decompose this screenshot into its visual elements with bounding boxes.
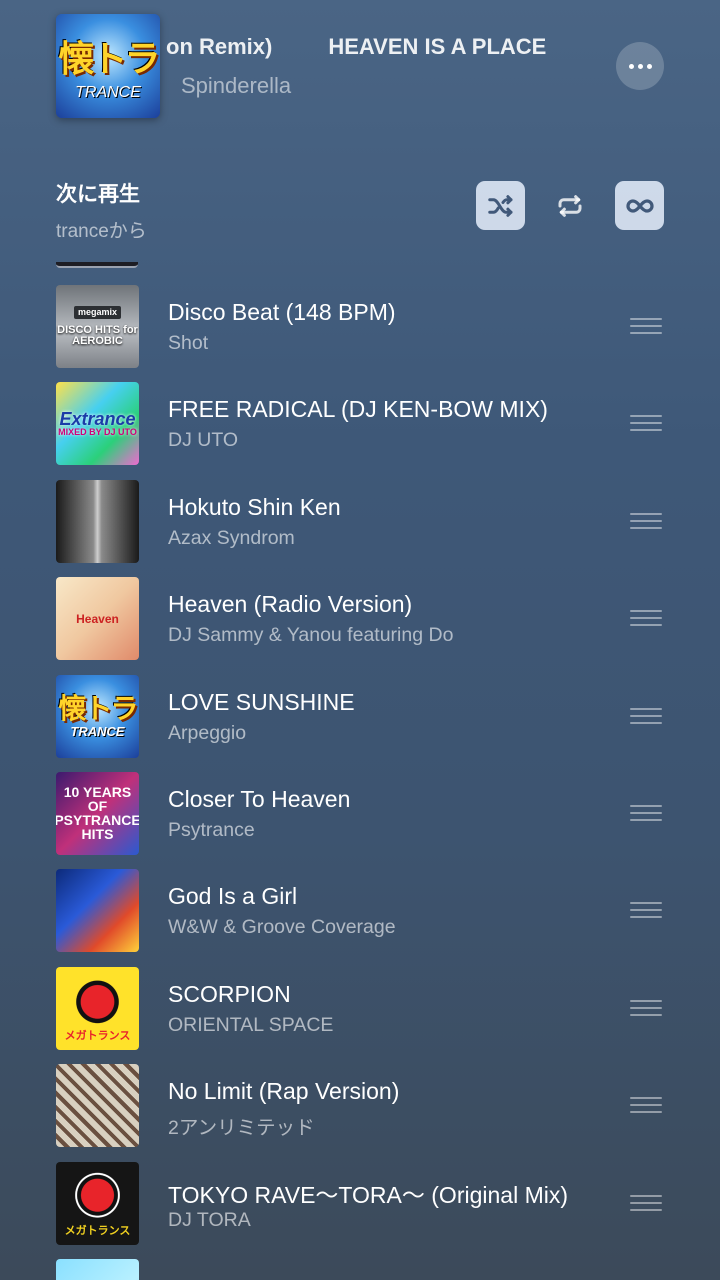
more-options-button[interactable] <box>616 42 664 90</box>
track-artist: Arpeggio <box>168 721 247 744</box>
now-playing-title-next: HEAVEN IS A PLACE <box>328 34 547 59</box>
queue-track-row[interactable]: メガトランス TOKYO RAVE〜TORA〜 (Original Mix) D… <box>0 1156 720 1253</box>
shuffle-button[interactable] <box>476 181 525 230</box>
drag-handle-icon[interactable] <box>630 999 662 1016</box>
track-title: SCORPION <box>168 980 291 1007</box>
artwork-subtext: MIXED BY DJ UTO <box>58 427 137 438</box>
track-artwork: 懐トラ TRANCE <box>56 674 139 758</box>
shuffle-icon <box>487 194 512 217</box>
queue-track-row[interactable]: 懐トラ TRANCE LOVE SUNSHINE Arpeggio <box>0 669 720 766</box>
track-artwork <box>56 479 139 563</box>
drag-handle-icon[interactable] <box>630 415 662 432</box>
track-title: No Limit (Rap Version) <box>168 1078 400 1105</box>
track-artist: ORIENTAL SPACE <box>168 1013 334 1036</box>
queue-track-row[interactable]: Heaven Heaven (Radio Version) DJ Sammy &… <box>0 571 720 668</box>
now-playing-header[interactable]: 懐トラ TRANCE on Remix) HEAVEN IS A PLACE Sp… <box>0 0 720 140</box>
drag-handle-icon[interactable] <box>630 1097 662 1114</box>
track-title: Disco Beat (148 BPM) <box>168 299 396 325</box>
track-artwork <box>56 869 139 953</box>
track-title: Heaven (Radio Version) <box>168 591 413 618</box>
queue-track-row[interactable]: Extrance MIXED BY DJ UTO FREE RADICAL (D… <box>0 376 720 473</box>
queue-track-row-partial[interactable] <box>0 1253 720 1280</box>
now-playing-artist[interactable]: Spinderella <box>181 73 291 99</box>
track-artist: Shot <box>168 332 209 354</box>
track-artist: Azax Syndrom <box>168 526 295 549</box>
artwork-subtext: メガトランス <box>64 1029 131 1042</box>
previous-track-artwork-edge <box>56 262 138 268</box>
track-title: FREE RADICAL (DJ KEN-BOW MIX) <box>168 396 548 423</box>
queue-source: tranceから <box>56 221 147 242</box>
more-dot-icon <box>628 63 634 69</box>
artwork-subtext: メガトランス <box>64 1224 131 1237</box>
drag-handle-icon[interactable] <box>630 610 662 627</box>
more-dot-icon <box>646 63 652 69</box>
repeat-icon <box>558 194 581 217</box>
track-title: God Is a Girl <box>168 883 298 910</box>
now-playing-artwork[interactable]: 懐トラ TRANCE <box>56 14 160 118</box>
infinity-icon <box>625 198 654 213</box>
track-artist: DJ TORA <box>168 1208 251 1231</box>
queue-track-row[interactable]: メガトランス SCORPION ORIENTAL SPACE <box>0 961 720 1058</box>
artwork-text: 10 YEARS OF PSYTRANCE HITS <box>56 784 139 843</box>
track-artwork: Heaven <box>56 577 139 661</box>
drag-handle-icon[interactable] <box>630 512 662 529</box>
queue-track-row[interactable]: Hokuto Shin Ken Azax Syndrom <box>0 474 720 571</box>
artwork-text: DISCO HITS for AEROBIC <box>57 324 138 347</box>
track-title: Hokuto Shin Ken <box>168 493 341 520</box>
drag-handle-icon[interactable] <box>630 902 662 919</box>
queue-heading: 次に再生 <box>56 183 140 206</box>
track-artwork: メガトランス <box>56 1161 139 1245</box>
track-artwork: メガトランス <box>56 966 139 1050</box>
track-artwork <box>56 1064 139 1148</box>
track-artist: Psytrance <box>168 818 255 841</box>
track-artist: DJ UTO <box>168 429 239 452</box>
artwork-logo-text: 懐トラ <box>58 38 160 79</box>
queue-track-row[interactable]: God Is a Girl W&W & Groove Coverage <box>0 863 720 960</box>
track-artwork: Extrance MIXED BY DJ UTO <box>56 382 139 466</box>
drag-handle-icon[interactable] <box>630 707 662 724</box>
track-artist: DJ Sammy & Yanou featuring Do <box>168 624 454 647</box>
track-title: TOKYO RAVE〜TORA〜 (Original Mix) <box>168 1181 569 1208</box>
queue-track-row[interactable]: megamix DISCO HITS for AEROBIC Disco Bea… <box>0 279 720 376</box>
drag-handle-icon[interactable] <box>630 318 662 334</box>
artwork-logo-subtext: TRANCE <box>70 723 125 739</box>
now-playing-title: on Remix) <box>166 34 273 59</box>
autoplay-button[interactable] <box>615 181 664 230</box>
repeat-button[interactable] <box>545 181 594 230</box>
artwork-text: Extrance <box>59 409 136 430</box>
queue-list[interactable]: megamix DISCO HITS for AEROBIC Disco Bea… <box>0 279 720 1280</box>
artwork-logo-text: 懐トラ <box>58 692 138 724</box>
artwork-text: Heaven <box>76 611 119 626</box>
track-artist: 2アンリミテッド <box>168 1117 315 1140</box>
track-title: Closer To Heaven <box>168 785 351 812</box>
track-artist: W&W & Groove Coverage <box>168 916 396 939</box>
track-artwork: 10 YEARS OF PSYTRANCE HITS <box>56 771 139 855</box>
now-playing-title-marquee: on Remix) HEAVEN IS A PLACE <box>166 34 576 64</box>
more-dot-icon <box>637 63 643 69</box>
track-title: LOVE SUNSHINE <box>168 688 355 715</box>
artwork-tag: megamix <box>73 306 122 319</box>
track-artwork: megamix DISCO HITS for AEROBIC <box>56 285 139 368</box>
track-artwork <box>56 1258 139 1280</box>
queue-track-row[interactable]: No Limit (Rap Version) 2アンリミテッド <box>0 1058 720 1155</box>
artwork-logo-subtext: TRANCE <box>75 84 141 101</box>
drag-handle-icon[interactable] <box>630 804 662 821</box>
queue-header: 次に再生 tranceから <box>56 178 147 243</box>
queue-track-row[interactable]: 10 YEARS OF PSYTRANCE HITS Closer To Hea… <box>0 766 720 863</box>
drag-handle-icon[interactable] <box>630 1194 662 1211</box>
